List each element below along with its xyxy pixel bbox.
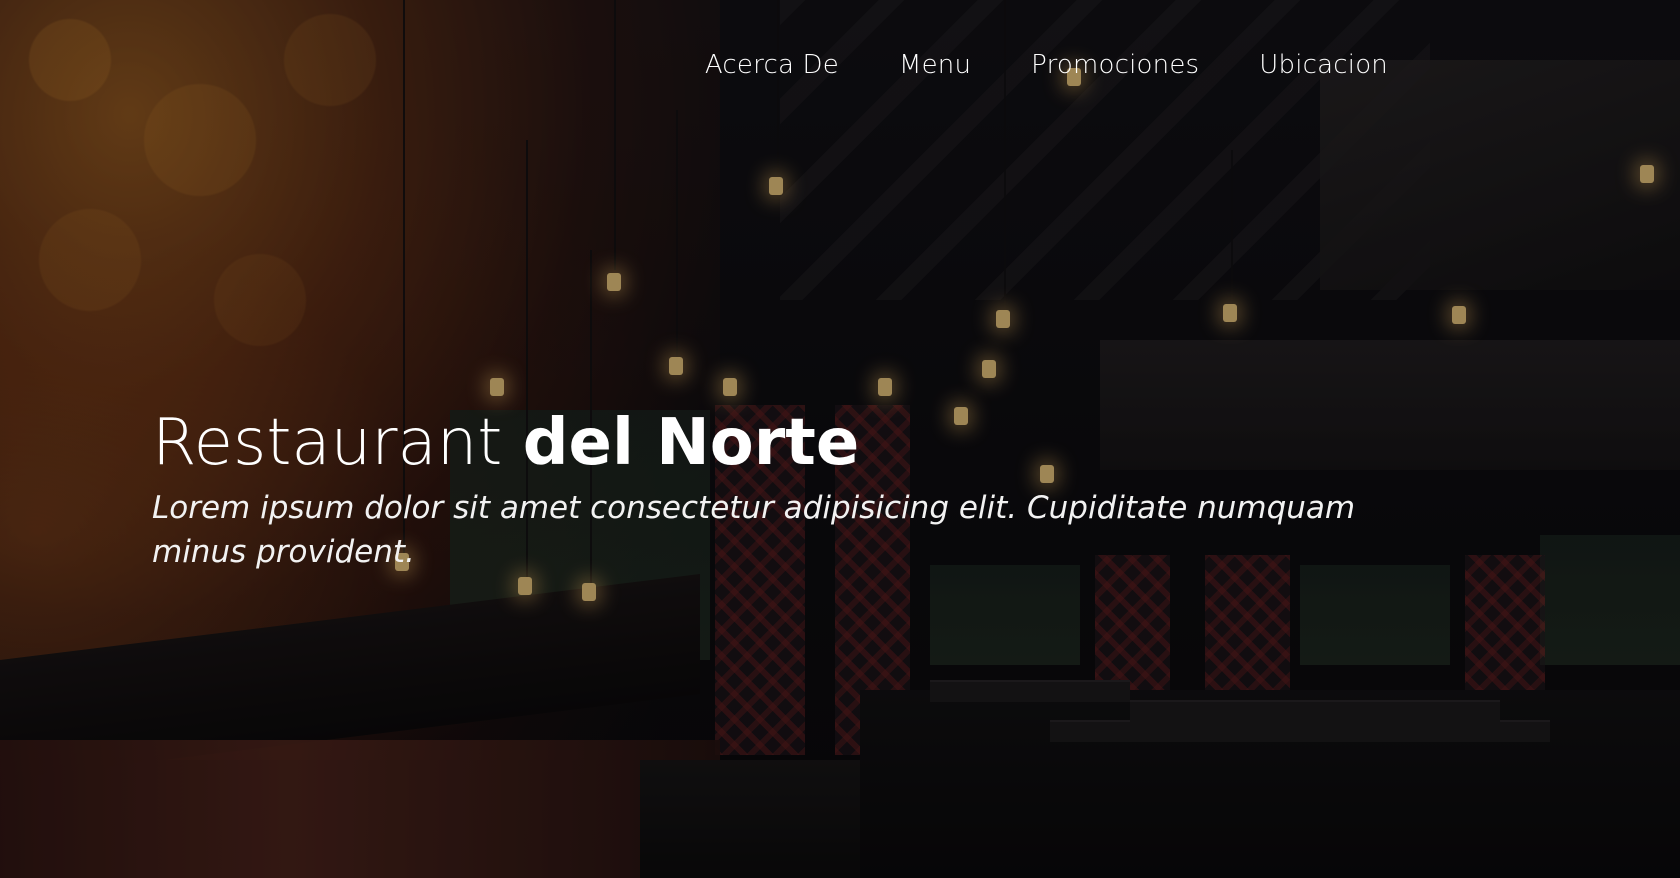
nav-item-acerca-de[interactable]: Acerca De: [705, 50, 839, 80]
hero-title: Restaurant del Norte: [152, 408, 1412, 478]
nav-item-promociones[interactable]: Promociones: [1031, 50, 1199, 80]
hero-subtitle: Lorem ipsum dolor sit amet consectetur a…: [152, 490, 1356, 571]
hero-title-bold: del Norte: [522, 406, 860, 480]
nav-item-ubicacion[interactable]: Ubicacion: [1259, 50, 1388, 80]
hero-section: Acerca De Menu Promociones Ubicacion Res…: [0, 0, 1680, 878]
main-navigation: Acerca De Menu Promociones Ubicacion: [705, 50, 1388, 80]
nav-item-menu[interactable]: Menu: [899, 50, 971, 80]
hero-content: Restaurant del Norte Lorem ipsum dolor s…: [152, 408, 1412, 574]
hero-title-light: Restaurant: [152, 406, 523, 480]
